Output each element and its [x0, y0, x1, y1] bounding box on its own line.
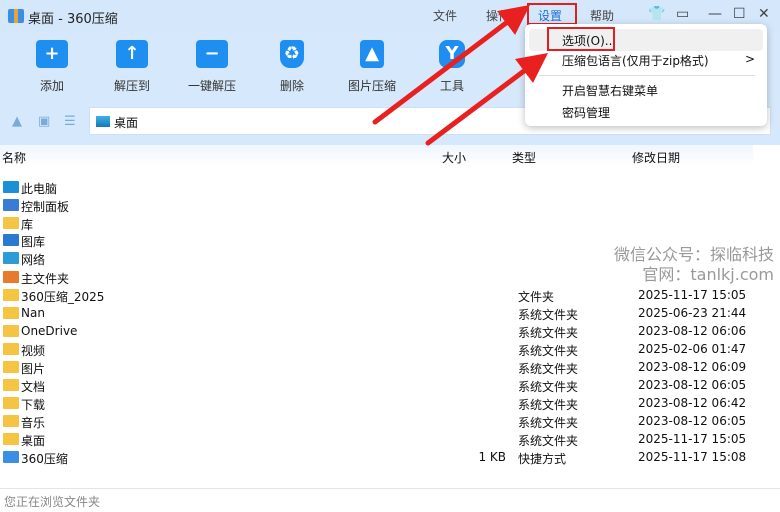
- annotation-arrows: [372, 4, 548, 146]
- arrow-to-options: [425, 53, 548, 146]
- arrow-to-settings: [372, 4, 530, 125]
